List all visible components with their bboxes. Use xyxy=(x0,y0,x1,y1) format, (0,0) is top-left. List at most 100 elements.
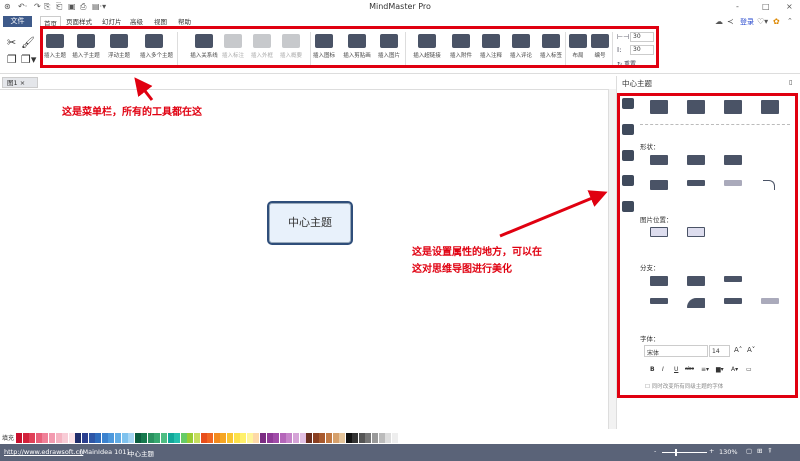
color-swatch[interactable] xyxy=(378,432,385,443)
color-swatch[interactable] xyxy=(266,432,273,443)
status-topic: 中心主题 xyxy=(128,450,154,458)
color-swatch[interactable] xyxy=(55,432,62,443)
zoom-slider-handle[interactable] xyxy=(675,449,677,456)
panel-title: 中心主题 xyxy=(622,79,652,88)
color-swatch[interactable] xyxy=(372,432,379,443)
color-swatch[interactable] xyxy=(352,432,359,443)
cut-icon[interactable]: ✂ xyxy=(7,36,16,49)
central-topic-node[interactable]: 中心主题 xyxy=(267,201,353,245)
fit-page-icon[interactable]: ▢ xyxy=(746,447,752,455)
color-swatch[interactable] xyxy=(147,432,154,443)
color-swatch[interactable] xyxy=(174,432,181,443)
maximize-button[interactable]: □ xyxy=(762,2,770,11)
color-swatch[interactable] xyxy=(81,432,88,443)
color-swatch[interactable] xyxy=(259,432,266,443)
color-swatch[interactable] xyxy=(233,432,240,443)
color-swatch[interactable] xyxy=(345,432,352,443)
minimize-button[interactable]: - xyxy=(736,2,739,11)
window-title: MindMaster Pro xyxy=(369,2,431,11)
zoom-slider[interactable] xyxy=(662,452,707,453)
color-swatch[interactable] xyxy=(319,432,326,443)
color-swatch[interactable] xyxy=(220,432,227,443)
format-painter-icon[interactable]: 🖌 xyxy=(21,36,35,49)
color-swatch[interactable] xyxy=(134,432,141,443)
color-swatch[interactable] xyxy=(141,432,148,443)
annotation-box-ribbon xyxy=(40,26,659,68)
color-swatch[interactable] xyxy=(42,432,49,443)
color-swatch[interactable] xyxy=(339,432,346,443)
color-swatch[interactable] xyxy=(332,432,339,443)
color-swatch[interactable] xyxy=(68,432,75,443)
close-button[interactable]: × xyxy=(786,2,793,11)
color-swatch[interactable] xyxy=(108,432,115,443)
tab-advanced[interactable]: 高级 xyxy=(130,16,143,26)
status-bar: http://www.edrawsoft.cn [MainIdea 101] 中… xyxy=(0,444,800,461)
zoom-out-button[interactable]: - xyxy=(654,447,656,455)
color-swatch[interactable] xyxy=(187,432,194,443)
collapse-ribbon-icon[interactable]: ⌃ xyxy=(787,17,793,25)
color-swatch[interactable] xyxy=(286,432,293,443)
document-tab-close[interactable]: × xyxy=(20,79,25,87)
tab-help[interactable]: 帮助 xyxy=(178,16,191,26)
share-icon[interactable]: ≺ xyxy=(727,17,734,26)
color-swatch[interactable] xyxy=(273,432,280,443)
color-swatch[interactable] xyxy=(365,432,372,443)
color-swatch[interactable] xyxy=(279,432,286,443)
color-swatch[interactable] xyxy=(292,432,299,443)
status-info: [MainIdea 101] xyxy=(80,448,130,456)
color-swatch[interactable] xyxy=(385,432,392,443)
color-swatch[interactable] xyxy=(312,432,319,443)
skin-icon[interactable]: ✿ xyxy=(773,17,780,26)
paste-icon[interactable]: ❐▾ xyxy=(21,53,36,66)
color-swatch[interactable] xyxy=(194,432,201,443)
color-swatch[interactable] xyxy=(299,432,306,443)
color-swatch[interactable] xyxy=(35,432,42,443)
tab-page-style[interactable]: 页面样式 xyxy=(66,16,92,26)
annotation-box-panel xyxy=(617,93,798,398)
color-swatch[interactable] xyxy=(62,432,69,443)
color-swatch[interactable] xyxy=(16,432,23,443)
copy-icon[interactable]: ❐ xyxy=(7,53,17,66)
color-swatch[interactable] xyxy=(306,432,313,443)
color-swatch[interactable] xyxy=(48,432,55,443)
tab-view[interactable]: 视图 xyxy=(154,16,167,26)
color-swatch[interactable] xyxy=(154,432,161,443)
color-swatch[interactable] xyxy=(114,432,121,443)
document-tab[interactable]: 图1 × xyxy=(2,77,38,88)
color-swatch[interactable] xyxy=(167,432,174,443)
color-swatch[interactable] xyxy=(101,432,108,443)
color-swatch[interactable] xyxy=(88,432,95,443)
color-swatch[interactable] xyxy=(180,432,187,443)
color-swatch[interactable] xyxy=(391,432,398,443)
color-swatch[interactable] xyxy=(75,432,82,443)
vertical-scrollbar[interactable] xyxy=(608,89,616,429)
zoom-in-button[interactable]: + xyxy=(709,447,714,455)
color-swatch[interactable] xyxy=(358,432,365,443)
annotation-menu-note: 这是菜单栏，所有的工具都在这 xyxy=(62,107,202,118)
color-swatch[interactable] xyxy=(240,432,247,443)
pin-icon[interactable]: ▯ xyxy=(789,79,792,86)
color-swatch[interactable] xyxy=(128,432,135,443)
color-swatch[interactable] xyxy=(29,432,36,443)
color-swatch[interactable] xyxy=(246,432,253,443)
full-screen-icon[interactable]: ⊞ xyxy=(757,447,762,455)
document-tab-label: 图1 xyxy=(7,79,18,87)
color-swatch[interactable] xyxy=(213,432,220,443)
color-swatch[interactable] xyxy=(325,432,332,443)
color-swatch[interactable] xyxy=(227,432,234,443)
color-swatch[interactable] xyxy=(95,432,102,443)
theme-icon[interactable]: ♡▾ xyxy=(757,17,768,26)
color-swatch[interactable] xyxy=(161,432,168,443)
color-swatch[interactable] xyxy=(22,432,29,443)
login-link[interactable]: 登录 xyxy=(740,17,754,27)
color-swatch[interactable] xyxy=(121,432,128,443)
color-swatch[interactable] xyxy=(253,432,260,443)
presentation-icon[interactable]: ⍒ xyxy=(768,447,772,456)
color-swatch[interactable] xyxy=(200,432,207,443)
tab-slides[interactable]: 幻灯片 xyxy=(102,16,122,26)
website-link[interactable]: http://www.edrawsoft.cn xyxy=(4,448,83,456)
tab-file[interactable]: 文件 xyxy=(3,16,32,27)
cloud-icon[interactable]: ☁ xyxy=(715,17,723,26)
color-swatch[interactable] xyxy=(207,432,214,443)
title-bar: ⊛ ↶· ↷ ⎘ ⎗ ▣ ⎙ ▤·▾ MindMaster Pro - □ × xyxy=(0,0,800,14)
